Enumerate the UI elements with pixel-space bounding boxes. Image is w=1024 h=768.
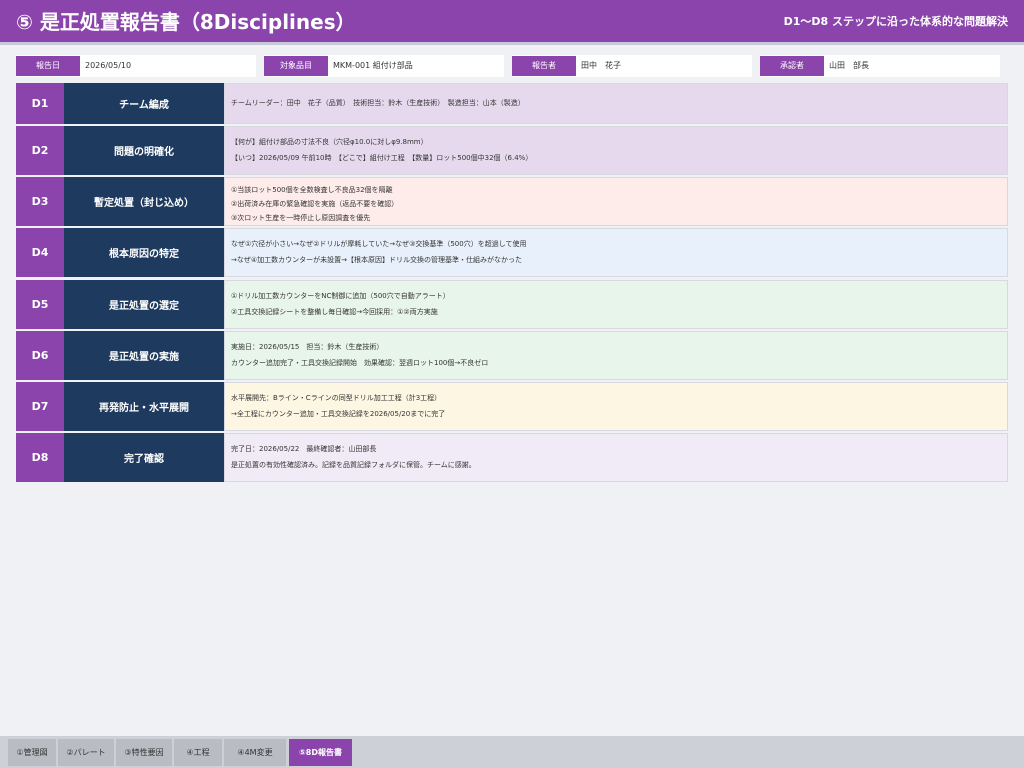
step-body[interactable]: 完了日：2026/05/22 最終確認者：山田部長 是正処置の有効性確認済み。記…	[224, 433, 1008, 482]
step-line: 実施日：2026/05/15 担当：鈴木（生産技術）	[231, 343, 384, 351]
step-code: D6	[16, 331, 64, 380]
step-row-d8: D8 完了確認 完了日：2026/05/22 最終確認者：山田部長 是正処置の有…	[16, 433, 1008, 482]
step-code: D2	[16, 126, 64, 175]
tab-8d-report[interactable]: ⑤8D報告書	[289, 739, 352, 766]
meta-label: 対象品目	[264, 56, 328, 76]
meta-reporter: 報告者 田中 花子	[512, 55, 752, 77]
step-title: 再発防止・水平展開	[64, 382, 224, 431]
step-line: →なぜ④加工数カウンターが未設置→【根本原因】ドリル交換の管理基準・仕組みがなか…	[231, 256, 523, 264]
tab-control-chart[interactable]: ①管理図	[8, 739, 56, 766]
step-row-d3: D3 暫定処置（封じ込め） ①当該ロット500個を全数検査し不良品32個を隔離 …	[16, 177, 1008, 226]
meta-target-item: 対象品目 MKM-001 組付け部品	[264, 55, 504, 77]
step-title: チーム編成	[64, 83, 224, 124]
step-code: D5	[16, 280, 64, 329]
tab-cause-effect[interactable]: ③特性要因	[116, 739, 172, 766]
report-meta-row: 報告日 2026/05/10 対象品目 MKM-001 組付け部品 報告者 田中…	[16, 55, 1008, 77]
meta-value[interactable]: 田中 花子	[581, 55, 621, 77]
step-line: 【何が】組付け部品の寸法不良（穴径φ10.0に対しφ9.8mm）	[231, 138, 428, 146]
step-line: ①当該ロット500個を全数検査し不良品32個を隔離	[231, 186, 393, 194]
step-code: D1	[16, 83, 64, 124]
step-body[interactable]: 【何が】組付け部品の寸法不良（穴径φ10.0に対しφ9.8mm） 【いつ】202…	[224, 126, 1008, 175]
step-line: カウンター追加完了・工具交換記録開始 効果確認：翌週ロット100個→不良ゼロ	[231, 359, 489, 367]
meta-report-date: 報告日 2026/05/10	[16, 55, 256, 77]
step-row-d1: D1 チーム編成 チームリーダー：田中 花子（品質） 技術担当：鈴木（生産技術）…	[16, 83, 1008, 124]
app-header: ⑤ 是正処置報告書（8Disciplines） D1～D8 ステップに沿った体系…	[0, 0, 1024, 45]
step-line: →全工程にカウンター追加・工具交換記録を2026/05/20までに完了	[231, 410, 446, 418]
step-line: ②出荷済み在庫の緊急確認を実施（返品不要を確認）	[231, 200, 399, 208]
step-row-d7: D7 再発防止・水平展開 水平展開先：Bライン・Cラインの同型ドリル加工工程（計…	[16, 382, 1008, 431]
step-body[interactable]: 実施日：2026/05/15 担当：鈴木（生産技術） カウンター追加完了・工具交…	[224, 331, 1008, 380]
step-title: 暫定処置（封じ込め）	[64, 177, 224, 226]
step-line: 水平展開先：Bライン・Cラインの同型ドリル加工工程（計3工程）	[231, 394, 442, 402]
meta-value[interactable]: MKM-001 組付け部品	[333, 55, 413, 77]
step-row-d5: D5 是正処置の選定 ①ドリル加工数カウンターをNC制御に追加（500穴で自動ア…	[16, 280, 1008, 329]
step-body[interactable]: ①当該ロット500個を全数検査し不良品32個を隔離 ②出荷済み在庫の緊急確認を実…	[224, 177, 1008, 226]
step-line: ②工具交換記録シートを整備し毎日確認→今回採用：①②両方実施	[231, 308, 438, 316]
step-code: D4	[16, 228, 64, 277]
step-body[interactable]: チームリーダー：田中 花子（品質） 技術担当：鈴木（生産技術） 製造担当：山本（…	[224, 83, 1008, 124]
step-body[interactable]: ①ドリル加工数カウンターをNC制御に追加（500穴で自動アラート） ②工具交換記…	[224, 280, 1008, 329]
page-subtitle: D1～D8 ステップに沿った体系的な問題解決	[783, 15, 1008, 28]
step-body[interactable]: なぜ①穴径が小さい→なぜ②ドリルが摩耗していた→なぜ③交換基準（500穴）を超過…	[224, 228, 1008, 277]
step-title: 問題の明確化	[64, 126, 224, 175]
step-title: 完了確認	[64, 433, 224, 482]
tab-4m-change[interactable]: ④4M変更	[224, 739, 286, 766]
step-line: ①ドリル加工数カウンターをNC制御に追加（500穴で自動アラート）	[231, 292, 450, 300]
tab-pareto[interactable]: ②パレート	[58, 739, 114, 766]
meta-value[interactable]: 山田 部長	[829, 55, 869, 77]
step-line: なぜ①穴径が小さい→なぜ②ドリルが摩耗していた→なぜ③交換基準（500穴）を超過…	[231, 240, 527, 248]
meta-approver: 承認者 山田 部長	[760, 55, 1000, 77]
meta-value[interactable]: 2026/05/10	[85, 55, 131, 77]
step-row-d2: D2 問題の明確化 【何が】組付け部品の寸法不良（穴径φ10.0に対しφ9.8m…	[16, 126, 1008, 175]
step-line: ③次ロット生産を一時停止し原因調査を優先	[231, 214, 371, 222]
sheet-tab-bar: ①管理図 ②パレート ③特性要因 ④工程 ④4M変更 ⑤8D報告書	[0, 736, 1024, 768]
step-title: 根本原因の特定	[64, 228, 224, 277]
step-line: 完了日：2026/05/22 最終確認者：山田部長	[231, 445, 377, 453]
step-title: 是正処置の選定	[64, 280, 224, 329]
step-line: 【いつ】2026/05/09 午前10時 【どこで】組付け工程 【数量】ロット5…	[231, 154, 533, 162]
step-line: 是正処置の有効性確認済み。記録を品質記録フォルダに保管。チームに感謝。	[231, 461, 476, 469]
meta-label: 承認者	[760, 56, 824, 76]
step-title: 是正処置の実施	[64, 331, 224, 380]
step-body[interactable]: 水平展開先：Bライン・Cラインの同型ドリル加工工程（計3工程） →全工程にカウン…	[224, 382, 1008, 431]
meta-label: 報告者	[512, 56, 576, 76]
step-line: チームリーダー：田中 花子（品質） 技術担当：鈴木（生産技術） 製造担当：山本（…	[231, 99, 525, 107]
page-title: ⑤ 是正処置報告書（8Disciplines）	[16, 10, 356, 34]
step-code: D3	[16, 177, 64, 226]
step-code: D8	[16, 433, 64, 482]
step-row-d6: D6 是正処置の実施 実施日：2026/05/15 担当：鈴木（生産技術） カウ…	[16, 331, 1008, 380]
step-row-d4: D4 根本原因の特定 なぜ①穴径が小さい→なぜ②ドリルが摩耗していた→なぜ③交換…	[16, 228, 1008, 277]
meta-label: 報告日	[16, 56, 80, 76]
tab-process[interactable]: ④工程	[174, 739, 222, 766]
step-code: D7	[16, 382, 64, 431]
